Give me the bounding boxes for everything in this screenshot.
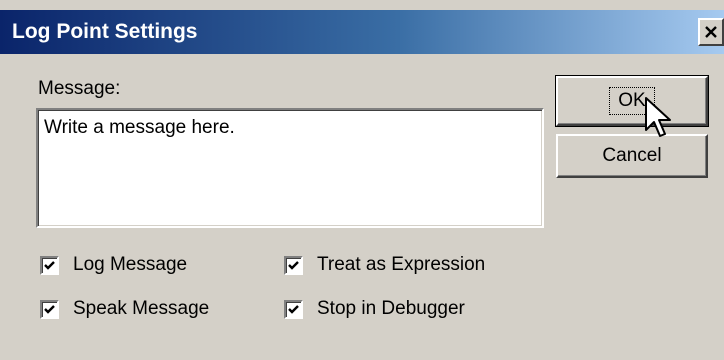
message-textarea[interactable]: Write a message here. (36, 108, 544, 228)
log-message-option[interactable]: Log Message (40, 254, 187, 276)
cancel-button-label: Cancel (602, 145, 662, 166)
checkmark-icon (288, 260, 299, 270)
cancel-button[interactable]: Cancel (556, 134, 708, 178)
treat-as-expression-option[interactable]: Treat as Expression (284, 254, 485, 276)
ok-button[interactable]: OK (555, 75, 709, 127)
checkmark-icon (44, 304, 55, 314)
window-title: Log Point Settings (12, 20, 198, 43)
title-bar[interactable]: Log Point Settings (0, 10, 724, 54)
checkmark-icon (288, 304, 299, 314)
close-icon (705, 26, 717, 38)
stop-in-debugger-label: Stop in Debugger (317, 298, 465, 319)
message-label: Message: (38, 78, 121, 99)
close-button[interactable] (698, 18, 724, 46)
speak-message-checkbox[interactable] (40, 299, 59, 319)
treat-as-expression-checkbox[interactable] (284, 255, 303, 275)
speak-message-option[interactable]: Speak Message (40, 298, 209, 320)
log-point-settings-dialog: Log Point Settings Message: Write a mess… (0, 0, 724, 360)
log-message-checkbox[interactable] (40, 255, 59, 275)
stop-in-debugger-checkbox[interactable] (284, 299, 303, 319)
mouse-pointer-icon (645, 97, 671, 137)
log-message-label: Log Message (73, 254, 188, 275)
checkmark-icon (44, 260, 55, 270)
treat-as-expression-label: Treat as Expression (317, 254, 486, 275)
speak-message-label: Speak Message (73, 298, 210, 319)
stop-in-debugger-option[interactable]: Stop in Debugger (284, 298, 465, 320)
